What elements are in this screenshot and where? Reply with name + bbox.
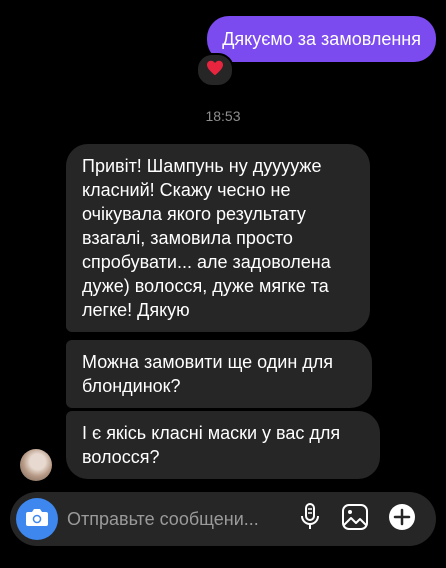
camera-button[interactable]	[16, 498, 58, 540]
camera-icon	[25, 507, 49, 532]
received-message-bubble[interactable]: Привіт! Шампунь ну дууууже класний! Скаж…	[66, 144, 370, 332]
heart-icon	[206, 60, 224, 81]
sent-message-bubble[interactable]: Дякуємо за замовлення	[207, 16, 436, 62]
received-message-bubble[interactable]: Можна замовити ще один для блондинок?	[66, 340, 372, 408]
microphone-icon	[300, 502, 320, 536]
message-input[interactable]: Отправьте сообщени...	[67, 508, 259, 530]
plus-icon	[387, 502, 417, 537]
message-timestamp: 18:53	[205, 108, 241, 124]
gallery-icon	[341, 503, 369, 536]
gallery-button[interactable]	[340, 503, 370, 536]
message-composer: Отправьте сообщени...	[10, 492, 436, 546]
sender-avatar[interactable]	[20, 449, 52, 481]
add-button[interactable]	[387, 502, 417, 537]
message-reaction[interactable]	[196, 53, 234, 87]
microphone-button[interactable]	[295, 502, 325, 536]
received-message-bubble[interactable]: І є якісь класні маски у вас для волосся…	[66, 411, 380, 479]
